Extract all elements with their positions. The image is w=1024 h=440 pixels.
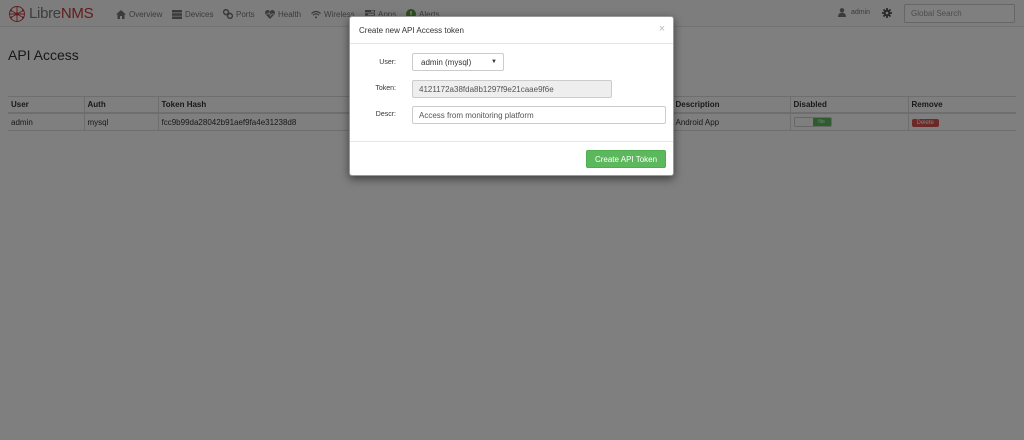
descr-label: Descr: (375, 111, 396, 118)
create-token-modal: Create new API Access token × User: admi… (349, 16, 674, 176)
user-select-value: admin (mysql) (421, 57, 472, 67)
create-api-token-button[interactable]: Create API Token (586, 150, 666, 168)
modal-header: Create new API Access token × (350, 17, 673, 44)
token-field[interactable]: 4121172a38fda8b1297f9e21caae9f6e (412, 80, 612, 98)
modal-title: Create new API Access token (359, 26, 464, 35)
user-label: User: (379, 59, 396, 66)
modal-footer: Create API Token (350, 141, 673, 177)
close-icon[interactable]: × (657, 24, 667, 35)
caret-down-icon: ▼ (491, 59, 497, 65)
user-select[interactable]: admin (mysql) ▼ (412, 53, 504, 71)
token-label: Token: (375, 85, 396, 92)
description-input[interactable] (412, 106, 666, 124)
